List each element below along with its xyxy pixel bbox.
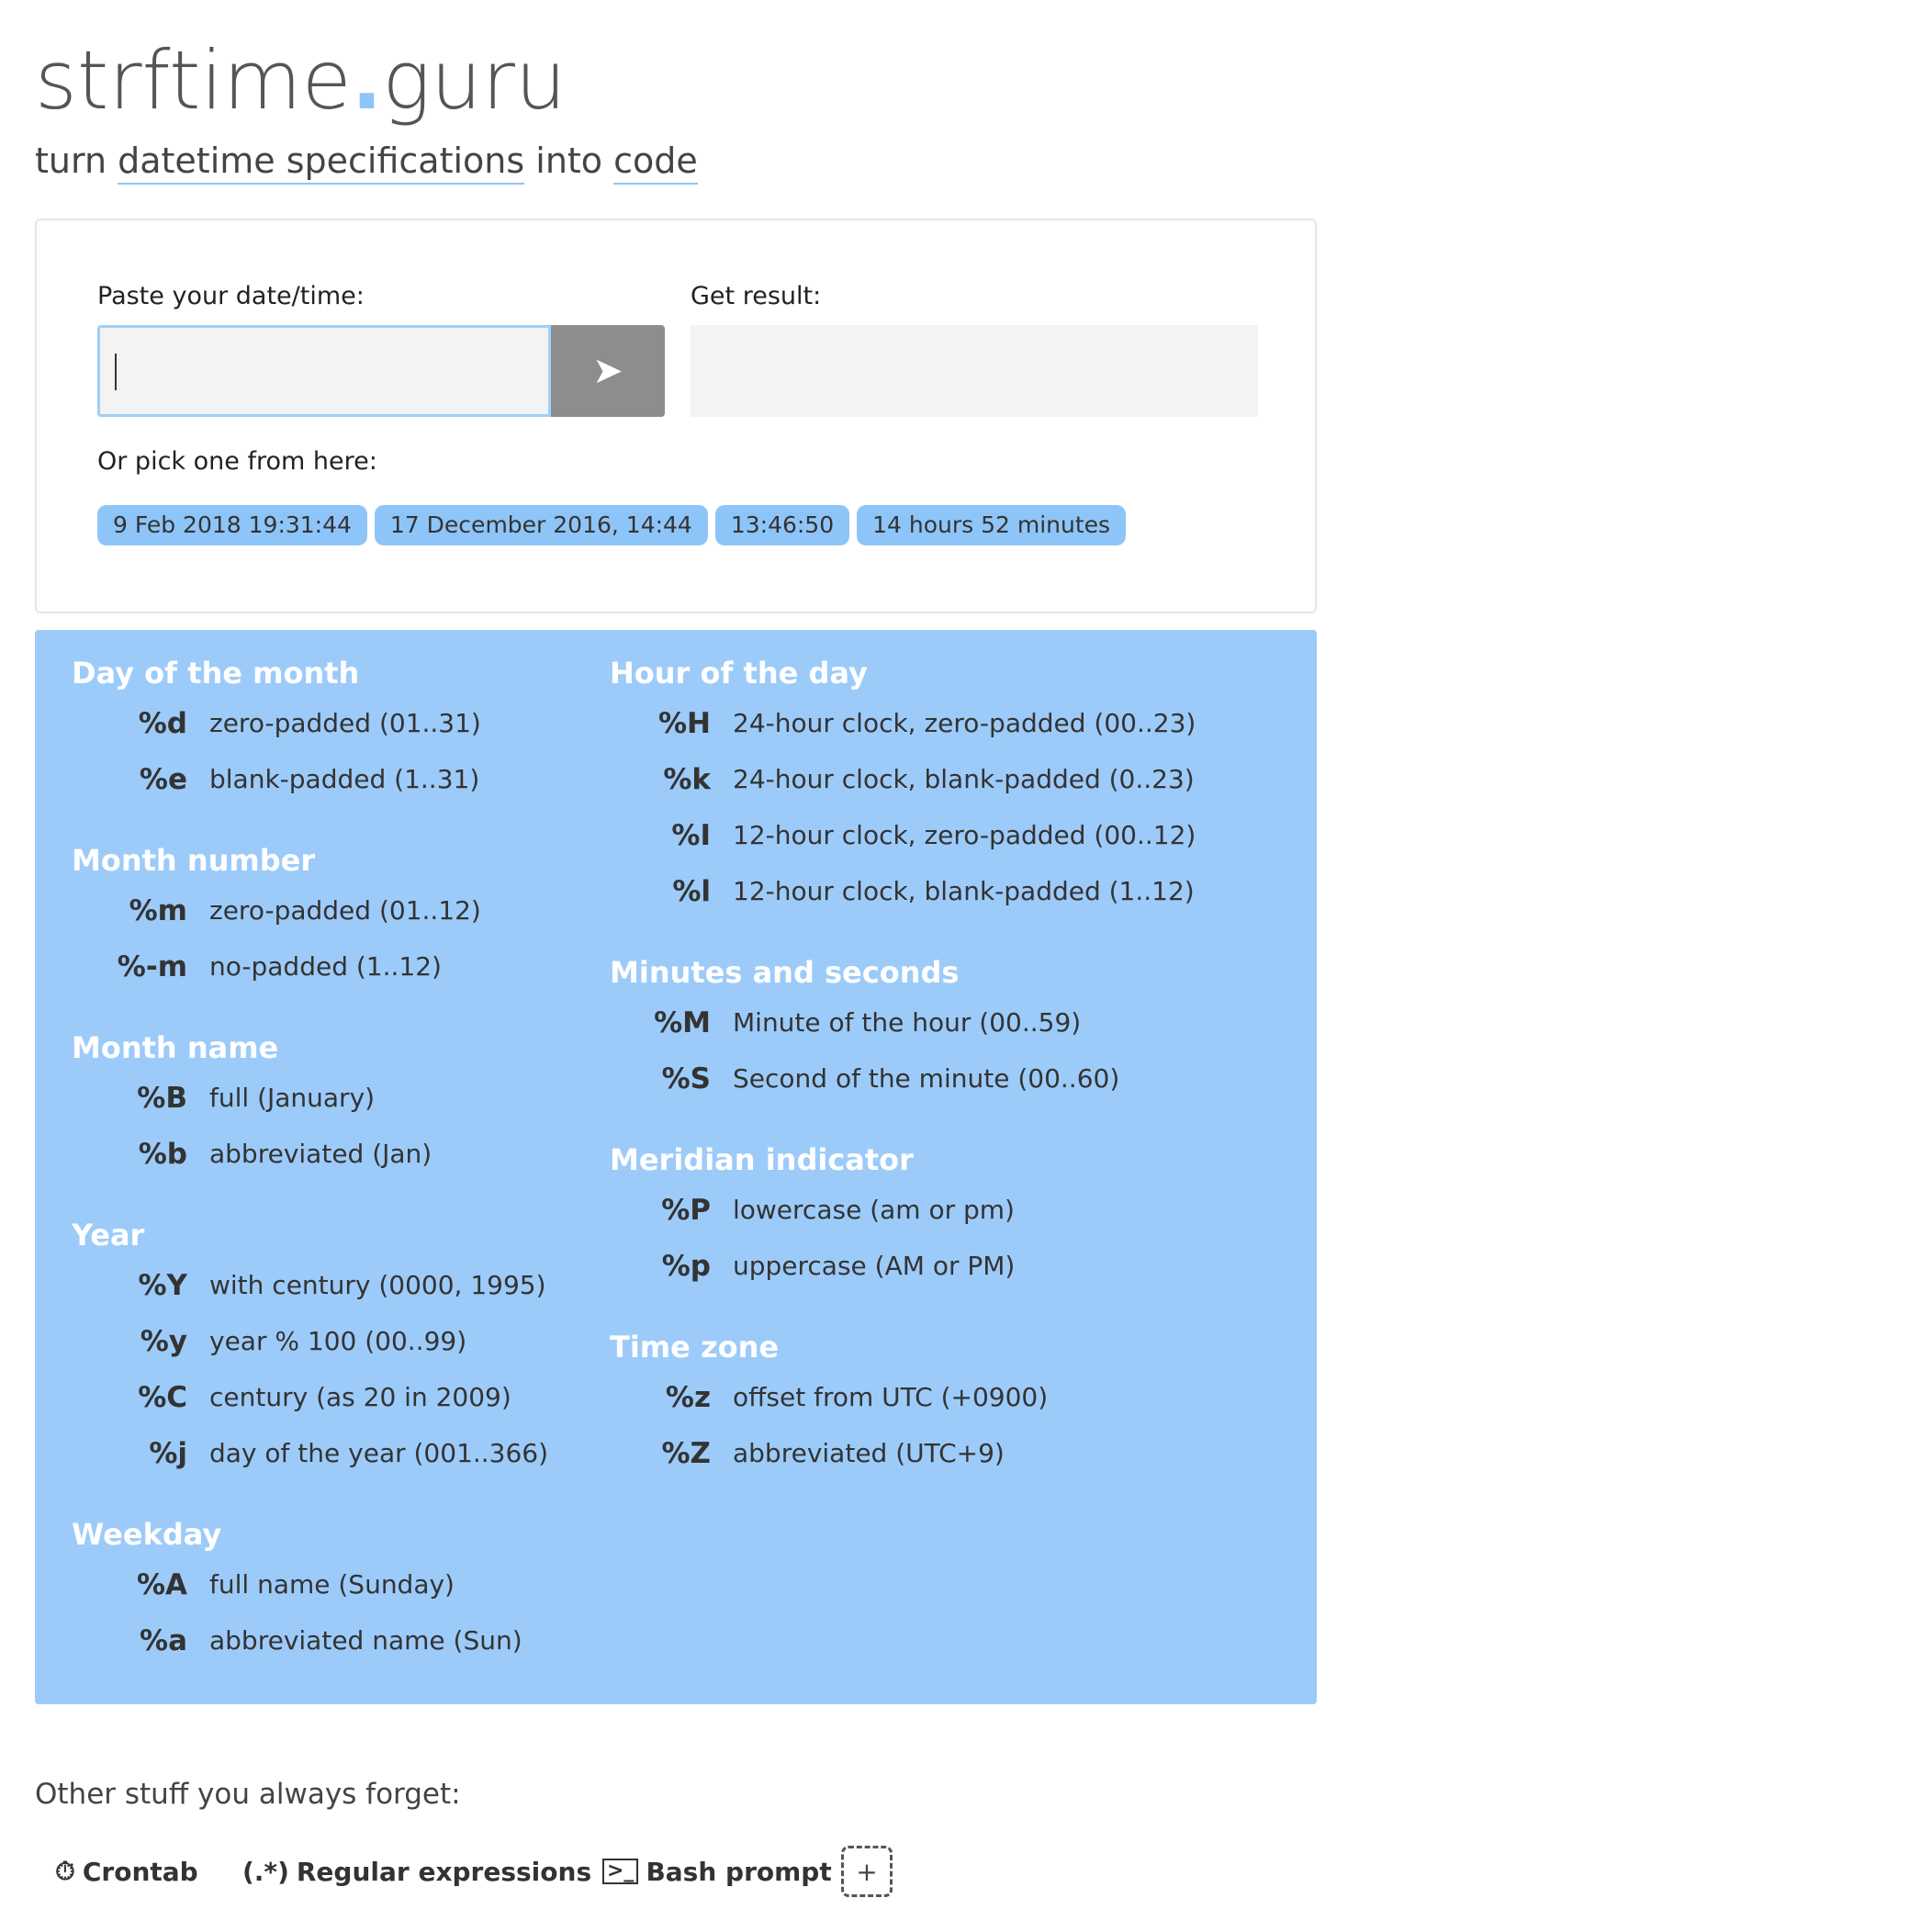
- tagline: turn datetime specifications into code: [35, 138, 698, 185]
- tagline-link-datetime[interactable]: datetime specifications: [118, 140, 525, 185]
- bash-prompt-link[interactable]: >_ Bash prompt: [602, 1846, 832, 1897]
- format-code: %B: [137, 1082, 187, 1115]
- format-code: %z: [665, 1381, 711, 1414]
- add-tool-button[interactable]: +: [841, 1846, 893, 1897]
- plus-icon: +: [856, 1856, 878, 1887]
- submit-button[interactable]: ➤: [551, 325, 665, 417]
- format-code: %a: [140, 1624, 187, 1657]
- format-description: 24-hour clock, blank-padded (0..23): [733, 764, 1195, 794]
- format-description: full (January): [209, 1083, 376, 1113]
- example-chips: 9 Feb 2018 19:31:44 17 December 2016, 14…: [97, 505, 1127, 545]
- format-description: 12-hour clock, zero-padded (00..12): [733, 820, 1196, 850]
- format-code: %k: [663, 763, 711, 796]
- format-description: abbreviated name (Sun): [209, 1625, 522, 1656]
- format-description: 12-hour clock, blank-padded (1..12): [733, 876, 1195, 906]
- format-description: zero-padded (01..12): [209, 895, 481, 926]
- crontab-link-label: Crontab: [82, 1856, 198, 1887]
- format-code: %I: [671, 819, 711, 852]
- format-description: blank-padded (1..31): [209, 764, 480, 794]
- regex-link-label: Regular expressions: [296, 1856, 592, 1887]
- format-description: Minute of the hour (00..59): [733, 1007, 1082, 1038]
- format-code: %P: [661, 1194, 711, 1227]
- logo-text-part2: guru: [382, 33, 567, 128]
- section-heading-month-name: Month name: [72, 1030, 279, 1065]
- format-code: %e: [139, 763, 187, 796]
- result-label: Get result:: [691, 282, 822, 310]
- format-code: %b: [138, 1138, 187, 1171]
- text-caret: [115, 354, 117, 390]
- example-chip[interactable]: 9 Feb 2018 19:31:44: [97, 505, 367, 545]
- format-code: %j: [149, 1437, 187, 1470]
- stopwatch-icon: ⏱: [55, 1856, 75, 1886]
- bash-prompt-link-label: Bash prompt: [646, 1856, 832, 1887]
- section-heading-hour-of-the-day: Hour of the day: [610, 656, 868, 691]
- format-code: %l: [672, 875, 711, 908]
- format-code: %p: [661, 1250, 711, 1283]
- other-stuff-label: Other stuff you always forget:: [35, 1778, 461, 1811]
- site-logo[interactable]: strftime.guru: [35, 35, 567, 127]
- format-description: full name (Sunday): [209, 1569, 455, 1600]
- result-output[interactable]: [691, 325, 1258, 417]
- logo-dot: .: [351, 33, 383, 128]
- regex-icon: (.*): [242, 1856, 289, 1887]
- format-code: %-m: [117, 950, 187, 983]
- section-heading-minutes-and-seconds: Minutes and seconds: [610, 955, 960, 990]
- format-description: uppercase (AM or PM): [733, 1251, 1016, 1281]
- format-code: %d: [138, 707, 187, 740]
- format-description: abbreviated (UTC+9): [733, 1438, 1005, 1468]
- format-code: %Y: [138, 1269, 187, 1302]
- datetime-input[interactable]: [97, 325, 551, 417]
- pick-label: Or pick one from here:: [97, 447, 377, 476]
- format-description: offset from UTC (+0900): [733, 1382, 1049, 1412]
- tagline-mid: into: [524, 140, 614, 181]
- example-chip[interactable]: 13:46:50: [714, 505, 850, 545]
- example-chip[interactable]: 14 hours 52 minutes: [857, 505, 1127, 545]
- logo-text-part1: strftime: [35, 33, 352, 128]
- section-heading-day-of-the-month: Day of the month: [72, 656, 360, 691]
- format-code: %H: [657, 707, 711, 740]
- format-description: zero-padded (01..31): [209, 708, 481, 738]
- format-description: no-padded (1..12): [209, 951, 442, 982]
- input-card: Paste your date/time: ➤ Get result: Or p…: [35, 219, 1317, 613]
- terminal-icon: >_: [602, 1859, 639, 1884]
- format-code: %C: [138, 1381, 187, 1414]
- tagline-link-code[interactable]: code: [613, 140, 698, 185]
- format-description: with century (0000, 1995): [209, 1270, 546, 1300]
- format-code: %M: [654, 1006, 711, 1039]
- section-heading-weekday: Weekday: [72, 1517, 222, 1552]
- section-heading-meridian-indicator: Meridian indicator: [610, 1142, 914, 1177]
- format-code: %y: [140, 1325, 187, 1358]
- format-description: Second of the minute (00..60): [733, 1063, 1120, 1094]
- format-code: %S: [661, 1062, 711, 1095]
- section-heading-month-number: Month number: [72, 843, 316, 878]
- format-reference-panel: Day of the month %d zero-padded (01..31) %e…: [35, 630, 1317, 1704]
- paste-label: Paste your date/time:: [97, 282, 365, 310]
- format-description: lowercase (am or pm): [733, 1195, 1015, 1225]
- format-description: abbreviated (Jan): [209, 1139, 432, 1169]
- crontab-link[interactable]: ⏱ Crontab: [55, 1846, 198, 1897]
- format-description: 24-hour clock, zero-padded (00..23): [733, 708, 1196, 738]
- format-description: year % 100 (00..99): [209, 1326, 467, 1356]
- format-code: %A: [136, 1568, 187, 1601]
- format-description: day of the year (001..366): [209, 1438, 549, 1468]
- format-description: century (as 20 in 2009): [209, 1382, 511, 1412]
- tagline-prefix: turn: [35, 140, 118, 181]
- arrow-right-icon: ➤: [592, 350, 623, 392]
- page: strftime.guru turn datetime specificatio…: [0, 0, 1932, 1932]
- section-heading-year: Year: [72, 1218, 145, 1252]
- example-chip[interactable]: 17 December 2016, 14:44: [374, 505, 708, 545]
- format-code: %Z: [661, 1437, 711, 1470]
- section-heading-time-zone: Time zone: [610, 1330, 780, 1365]
- format-code: %m: [129, 894, 187, 927]
- regex-link[interactable]: (.*) Regular expressions: [242, 1846, 591, 1897]
